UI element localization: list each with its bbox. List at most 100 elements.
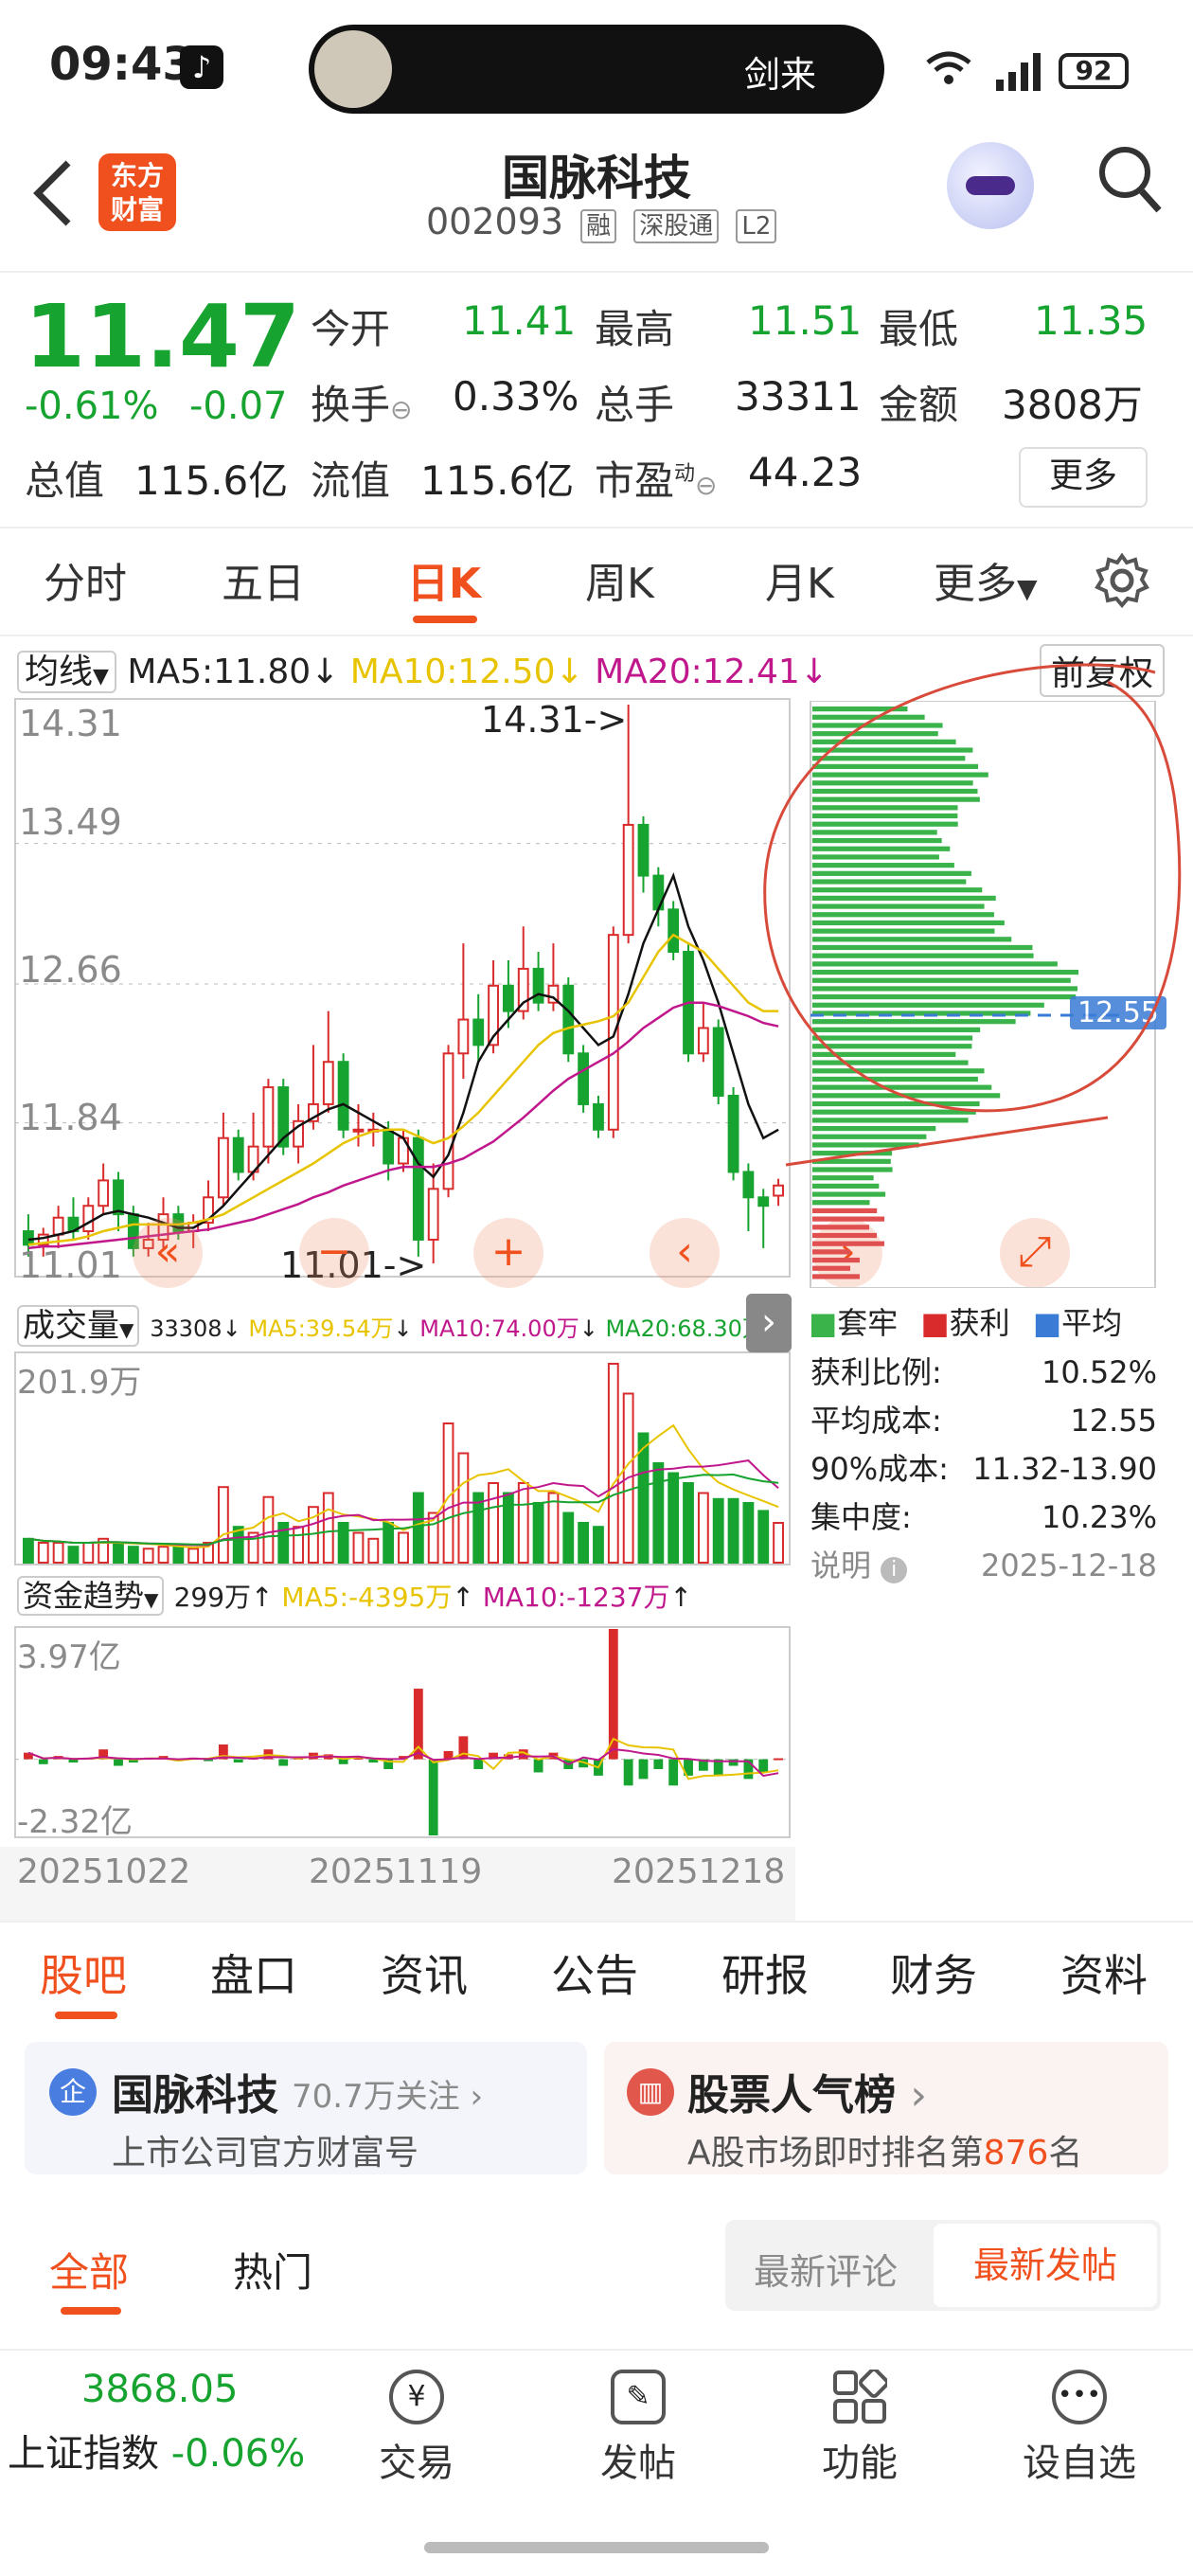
fund-ma5: MA5:-4395万	[281, 1582, 453, 1613]
volume-bar	[727, 1497, 739, 1564]
tab-news[interactable]: 资讯	[381, 1941, 468, 2004]
search-icon[interactable]	[1096, 144, 1163, 220]
turnover-label-text: 换手	[311, 382, 391, 428]
legend-square: ■	[1032, 1305, 1062, 1341]
volume-bar	[578, 1522, 590, 1564]
hand-drawn-circle	[763, 663, 1182, 1167]
nav-trade[interactable]: ¥ 交易	[341, 2370, 492, 2487]
zoom-in-icon[interactable]: +	[473, 1218, 543, 1288]
candle-body	[82, 1205, 95, 1233]
stat-value: 10.52%	[1041, 1354, 1157, 1390]
candle-body	[442, 1052, 454, 1190]
chip-note-row[interactable]: 说明 i 2025-12-18	[810, 1542, 1157, 1590]
high-label: 最高	[595, 306, 675, 352]
candle-body	[337, 1061, 349, 1131]
divider	[0, 635, 1193, 636]
tab-intraday[interactable]: 分时	[44, 549, 127, 610]
arrow-down-icon: ↓	[555, 653, 584, 691]
current-price: 11.47	[25, 286, 301, 387]
feed-tab-hot[interactable]: 热门	[233, 2241, 312, 2299]
volume-bar	[23, 1537, 34, 1564]
chevron-right-icon: ›	[910, 2071, 927, 2120]
chevron-right-icon[interactable]: ›	[746, 1294, 792, 1352]
candle-body	[217, 1136, 229, 1199]
candle-body	[727, 1095, 739, 1173]
tab-forum[interactable]: 股吧	[40, 1941, 127, 2004]
tab-research[interactable]: 研报	[721, 1941, 809, 2004]
fund-legend: 资金趋势▼ 299万↑ MA5:-4395万↑ MA10:-1237万↑	[17, 1572, 692, 1616]
tab-five-day[interactable]: 五日	[222, 549, 305, 610]
album-art-icon	[314, 30, 392, 108]
volume-bar	[742, 1502, 755, 1564]
fund-bar	[623, 1759, 633, 1786]
price-axis-label: 12.66	[19, 949, 122, 991]
ma5-line	[27, 871, 779, 1242]
volume-bar	[217, 1486, 229, 1565]
company-card[interactable]: 企 国脉科技 70.7万关注 › 上市公司官方财富号	[25, 2042, 587, 2174]
volume-bar	[532, 1502, 544, 1564]
zoom-out-icon[interactable]: −	[299, 1218, 369, 1288]
ranking-icon: ▥	[627, 2068, 674, 2116]
info-dots-icon[interactable]: ⊖	[390, 394, 412, 425]
volume-select-label: 成交量	[23, 1307, 119, 1345]
feed-tab-all[interactable]: 全部	[49, 2241, 129, 2299]
float-label: 流值	[311, 457, 391, 504]
stock-header: 东方 财富 国脉科技 002093 融 深股通 L2	[0, 133, 1193, 273]
fund-bar	[758, 1759, 769, 1773]
nav-functions[interactable]: 功能	[784, 2368, 935, 2487]
sort-latest-post[interactable]: 最新发帖	[934, 2224, 1157, 2307]
volume-select[interactable]: 成交量▼	[17, 1305, 140, 1347]
amount-value: 3808万	[1002, 382, 1143, 428]
nav-watchlist[interactable]: ••• 设自选	[1004, 2370, 1155, 2487]
follow-count: 70.7万关注 ›	[292, 2078, 484, 2116]
popularity-card-title: 股票人气榜 ›	[687, 2061, 927, 2121]
open-label: 今开	[311, 306, 391, 352]
volume-bar	[142, 1547, 154, 1564]
volume-bar	[562, 1512, 575, 1564]
fund-select[interactable]: 资金趋势▼	[17, 1576, 165, 1616]
pe-info-icon[interactable]: ⊖	[695, 470, 717, 501]
tab-announcements[interactable]: 公告	[551, 1941, 638, 2004]
arrow-down-icon: ↓	[311, 653, 340, 691]
legend-average: 平均	[1061, 1305, 1123, 1341]
volume-bar	[712, 1497, 724, 1564]
price-panel-frame	[14, 698, 791, 1278]
tab-financials[interactable]: 财务	[890, 1941, 977, 2004]
chevron-left-icon[interactable]: ‹	[650, 1218, 720, 1288]
fund-bar	[338, 1759, 348, 1764]
candle-body	[637, 823, 650, 877]
gear-icon[interactable]	[1095, 552, 1149, 612]
chevron-left-icon[interactable]: «	[133, 1218, 203, 1288]
more-quote-button[interactable]: 更多	[1019, 447, 1148, 508]
tab-weekly-k[interactable]: 周K	[585, 549, 654, 610]
price-axis-label: 11.01	[19, 1244, 122, 1286]
tab-more-label: 更多	[934, 560, 1017, 608]
sort-latest-comment[interactable]: 最新评论	[754, 2243, 898, 2295]
fund-bar	[114, 1759, 123, 1766]
pe-label: 市盈动⊖	[595, 449, 718, 507]
index-value[interactable]: 3868.05	[81, 2368, 238, 2411]
ma-select[interactable]: 均线▼	[17, 651, 116, 693]
amount-label: 金额	[879, 382, 959, 428]
tab-more[interactable]: 更多▼	[934, 549, 1038, 610]
tab-orderbook[interactable]: 盘口	[210, 1941, 297, 2004]
nav-post[interactable]: ✎ 发帖	[562, 2370, 714, 2487]
chip-bar	[812, 1249, 850, 1255]
candle-body	[607, 934, 619, 1131]
float-value: 115.6亿	[420, 457, 575, 504]
stat-key: 平均成本:	[810, 1403, 942, 1439]
candle-body	[532, 967, 544, 1004]
tab-daily-k[interactable]: 日K	[407, 549, 481, 610]
tab-profile[interactable]: 资料	[1060, 1941, 1148, 2004]
tab-monthly-k[interactable]: 月K	[765, 549, 834, 610]
volume-bar	[398, 1531, 409, 1564]
stat-key: 集中度:	[810, 1499, 912, 1535]
dynamic-island[interactable]: 剑来	[309, 25, 884, 114]
volume-bar	[337, 1522, 349, 1564]
popularity-card[interactable]: ▥ 股票人气榜 › A股市场即时排名第876名	[604, 2042, 1168, 2174]
candle-body	[52, 1216, 64, 1236]
chip-bar	[812, 1232, 878, 1239]
index-name[interactable]: 上证指数 -0.06%	[8, 2423, 305, 2478]
robot-assistant-icon[interactable]	[947, 142, 1034, 229]
volume-bar	[683, 1482, 694, 1564]
